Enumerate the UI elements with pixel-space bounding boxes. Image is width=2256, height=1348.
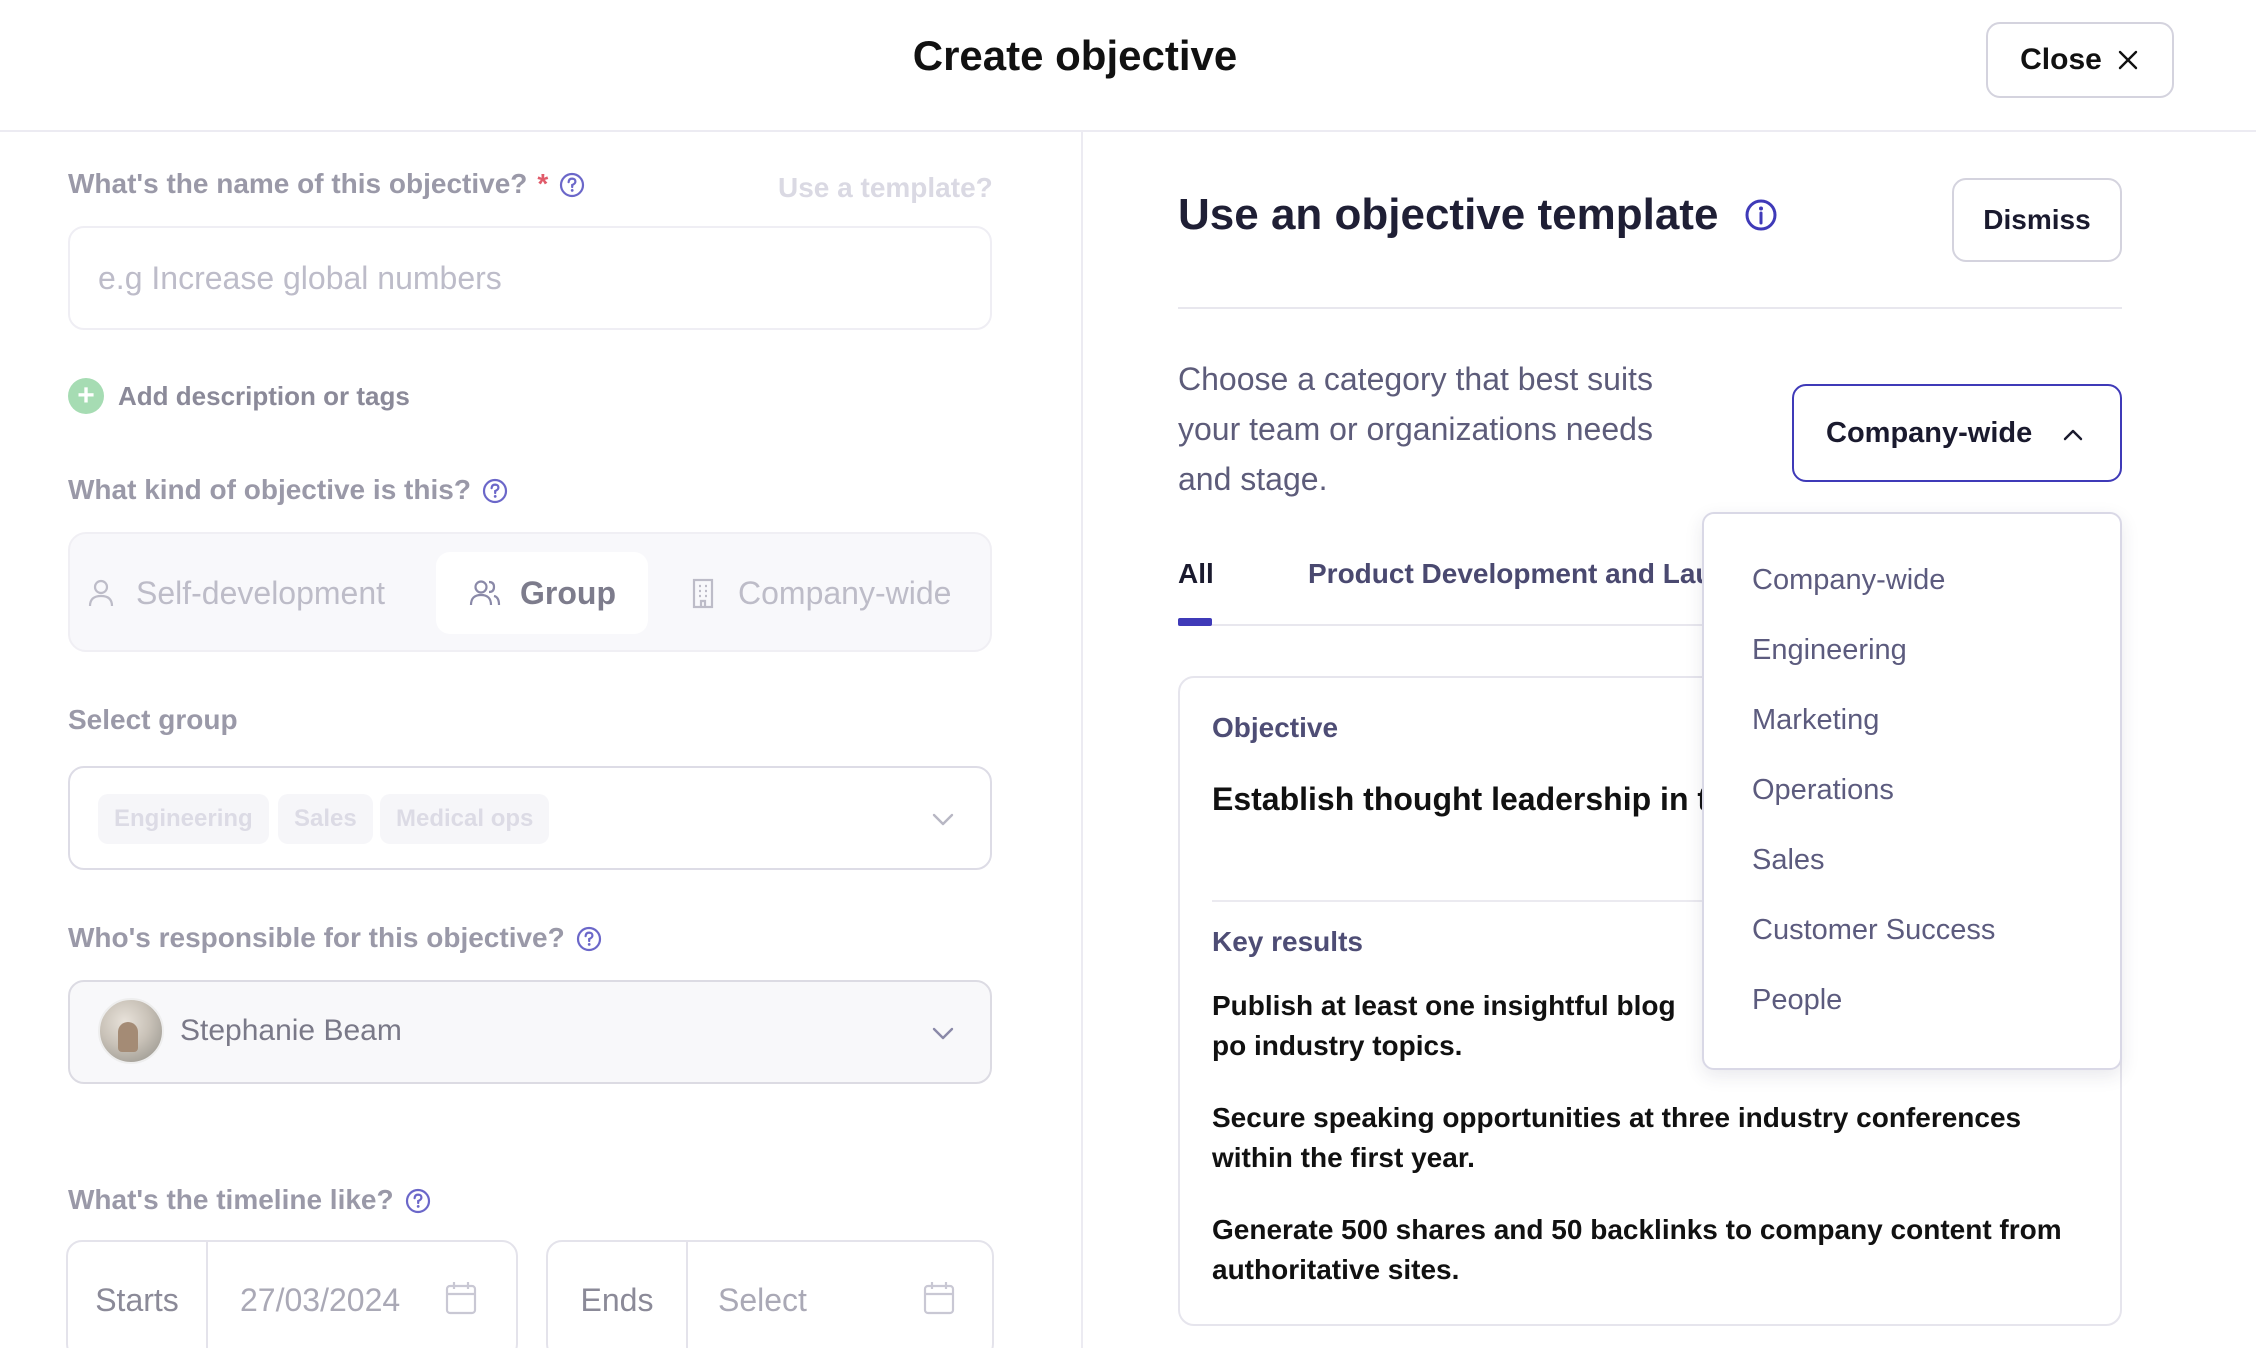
chevron-down-icon <box>932 1027 954 1040</box>
group-select[interactable]: Engineering Sales Medical ops <box>68 766 992 870</box>
key-result-item: Publish at least one insightful blog po … <box>1212 990 1676 1061</box>
kind-option-label: Self-development <box>136 574 386 611</box>
close-label: Close <box>2020 43 2102 76</box>
close-icon <box>2118 50 2138 70</box>
add-description-button[interactable]: + Add description or tags <box>68 378 410 414</box>
active-tab-indicator <box>1178 618 1212 626</box>
close-button[interactable]: Close <box>1986 22 2174 98</box>
template-panel-title: Use an objective template <box>1178 190 1778 240</box>
add-description-label: Add description or tags <box>118 380 410 411</box>
dropdown-option-customer-success[interactable]: Customer Success <box>1752 914 1995 947</box>
category-instructions: Choose a category that best suits your t… <box>1178 361 1653 497</box>
key-results-label: Key results <box>1212 926 1363 957</box>
end-date-field[interactable]: Ends Select <box>546 1240 994 1348</box>
category-selected-value: Company-wide <box>1826 416 2033 449</box>
key-result-item: Generate 500 shares and 50 backlinks to … <box>1212 1214 2062 1285</box>
category-select[interactable]: Company-wide <box>1792 384 2122 482</box>
kind-option-group[interactable]: Group <box>436 552 648 634</box>
dropdown-option-engineering[interactable]: Engineering <box>1752 634 1907 667</box>
timeline-label: What's the timeline like? <box>68 1184 432 1216</box>
responsible-label: Who's responsible for this objective? <box>68 922 603 954</box>
user-icon <box>88 579 114 607</box>
objective-label: Objective <box>1212 712 1339 743</box>
category-dropdown-menu: Company-wide Engineering Marketing Opera… <box>1702 512 2122 1070</box>
required-mark: * <box>537 168 549 199</box>
building-icon <box>692 578 714 609</box>
divider <box>1178 307 2122 309</box>
objective-name-input[interactable] <box>68 226 992 330</box>
template-title-text: Use an objective template <box>1178 190 1719 239</box>
group-chip: Medical ops <box>380 794 550 844</box>
info-icon[interactable] <box>1744 198 1778 232</box>
dropdown-option-operations[interactable]: Operations <box>1752 774 1894 807</box>
avatar <box>98 998 164 1064</box>
use-template-link[interactable]: Use a template? <box>778 172 993 204</box>
kind-option-label: Company-wide <box>738 574 952 611</box>
dropdown-option-company-wide[interactable]: Company-wide <box>1752 564 1945 597</box>
responsible-label-text: Who's responsible for this objective? <box>68 922 565 953</box>
help-icon[interactable] <box>404 1186 432 1214</box>
end-date-placeholder: Select <box>718 1281 807 1318</box>
kind-label-text: What kind of objective is this? <box>68 474 471 505</box>
key-result-item: Secure speaking opportunities at three i… <box>1212 1102 2022 1173</box>
plus-icon: + <box>68 378 104 414</box>
kind-option-self-development[interactable]: Self-development <box>84 552 385 634</box>
dropdown-option-sales[interactable]: Sales <box>1752 844 1825 877</box>
kind-label: What kind of objective is this? <box>68 474 509 506</box>
page-title: Create objective <box>912 32 1238 79</box>
help-icon[interactable] <box>575 924 603 952</box>
modal-header: Create objective Close <box>0 0 2256 132</box>
ends-label: Ends <box>548 1242 688 1348</box>
help-icon[interactable] <box>481 476 509 504</box>
users-icon <box>469 580 501 606</box>
panel-divider <box>1081 132 1083 1348</box>
kind-option-company-wide[interactable]: Company-wide <box>686 552 951 634</box>
kind-option-label: Group <box>520 574 616 611</box>
chevron-down-icon <box>932 813 954 826</box>
dropdown-option-people[interactable]: People <box>1752 984 1842 1017</box>
chevron-up-icon <box>2063 429 2083 441</box>
select-group-label: Select group <box>68 704 238 735</box>
responsible-select[interactable]: Stephanie Beam <box>68 980 992 1084</box>
timeline-label-text: What's the timeline like? <box>68 1184 394 1215</box>
calendar-icon[interactable] <box>444 1280 478 1316</box>
dropdown-option-marketing[interactable]: Marketing <box>1752 704 1879 737</box>
name-label: What's the name of this objective? * <box>68 168 586 200</box>
tab-product-development[interactable]: Product Development and Lau <box>1308 558 1713 590</box>
objective-kind-selector: Self-development Group Company-wide <box>68 532 992 652</box>
start-date-field[interactable]: Starts 27/03/2024 <box>66 1240 518 1348</box>
calendar-icon[interactable] <box>922 1280 956 1316</box>
dismiss-button[interactable]: Dismiss <box>1952 178 2122 262</box>
responsible-name: Stephanie Beam <box>180 1014 402 1047</box>
tab-all[interactable]: All <box>1178 558 1214 590</box>
help-icon[interactable] <box>558 170 586 198</box>
start-date-value: 27/03/2024 <box>240 1281 401 1318</box>
group-chip: Engineering <box>98 794 269 844</box>
name-label-text: What's the name of this objective? <box>68 168 528 199</box>
starts-label: Starts <box>68 1242 208 1348</box>
group-chip: Sales <box>278 794 373 844</box>
